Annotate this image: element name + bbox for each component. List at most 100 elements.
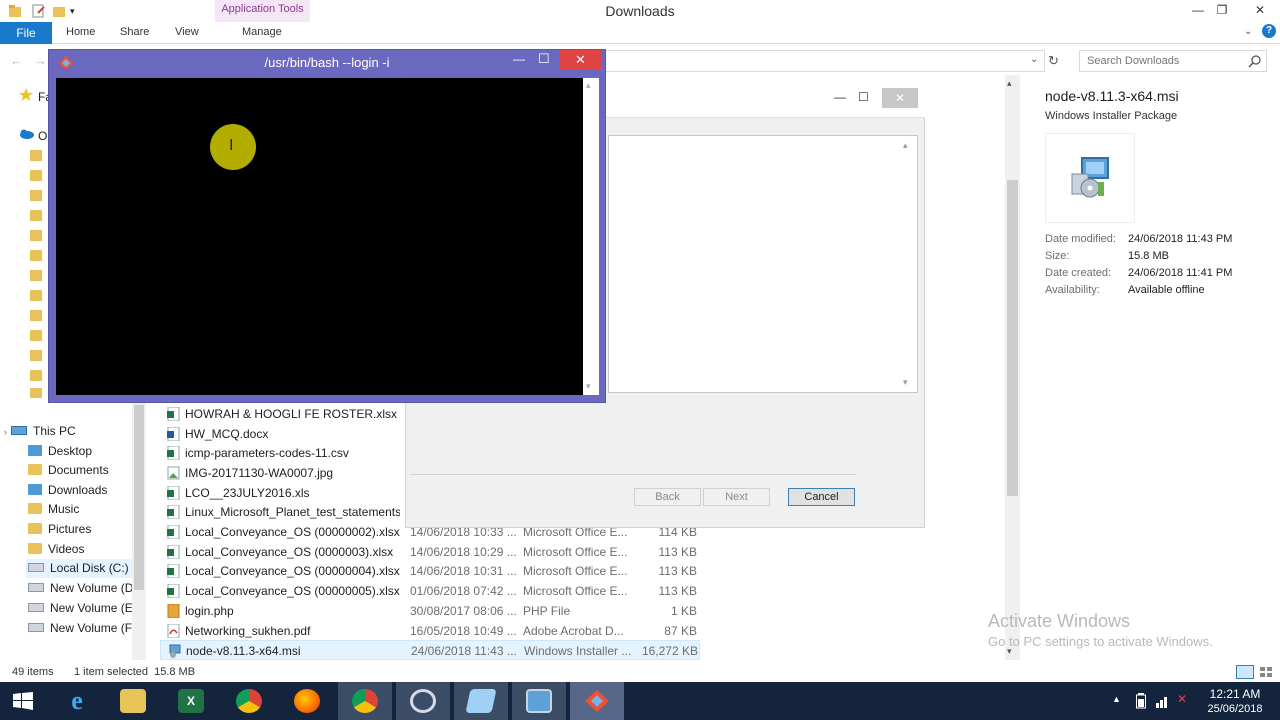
details-view-icon[interactable] xyxy=(1236,665,1254,679)
next-button[interactable]: Next xyxy=(703,488,770,506)
details-label-modified: Date modified: xyxy=(1045,233,1116,245)
start-button[interactable] xyxy=(0,682,54,720)
details-label-created: Date created: xyxy=(1045,267,1112,279)
onedrive-icon xyxy=(18,128,34,140)
excel-app-icon: X xyxy=(178,689,204,713)
nav-local-disk-c[interactable]: Local Disk (C:) xyxy=(26,559,132,578)
file-size: 113 KB xyxy=(658,584,697,598)
refresh-icon[interactable]: ↻ xyxy=(1048,53,1059,69)
nav-pictures-label: Pictures xyxy=(48,522,92,536)
scroll-up-arrow-icon[interactable]: ▴ xyxy=(1007,78,1012,89)
file-row-selected[interactable]: node-v8.11.3-x64.msi 24/06/2018 11:43 ..… xyxy=(160,640,700,660)
details-filetype: Windows Installer Package xyxy=(1045,110,1178,122)
file-row[interactable]: Local_Conveyance_OS (00000005).xlsx 01/0… xyxy=(160,581,700,601)
nav-volume-d[interactable]: New Volume (D:) xyxy=(28,579,141,598)
nav-volume-e[interactable]: New Volume (E:) xyxy=(28,599,140,618)
nav-downloads[interactable]: Downloads xyxy=(28,481,107,500)
tab-home[interactable]: Home xyxy=(66,26,95,38)
file-name: HOWRAH & HOOGLI FE ROSTER.xlsx xyxy=(185,407,398,421)
close-button[interactable]: ✕ xyxy=(1240,0,1280,20)
battery-icon[interactable] xyxy=(1136,693,1146,709)
help-icon[interactable]: ? xyxy=(1262,24,1276,38)
file-row[interactable]: login.php 30/08/2017 08:06 ... PHP File … xyxy=(160,601,700,621)
volume-muted-icon[interactable]: ✕ xyxy=(1177,692,1187,706)
large-icons-view-icon[interactable] xyxy=(1258,665,1274,679)
properties-icon[interactable] xyxy=(32,4,46,18)
file-list-scrollbar-thumb[interactable] xyxy=(1007,180,1018,496)
cancel-button[interactable]: Cancel xyxy=(788,488,855,506)
tab-file[interactable]: File xyxy=(0,22,52,44)
back-arrow-icon[interactable]: ← xyxy=(10,53,23,68)
address-bar[interactable] xyxy=(600,50,1045,72)
installer-minimize-button[interactable]: — xyxy=(834,90,846,104)
tab-view[interactable]: View xyxy=(175,26,199,38)
nav-local-disk-c-label: Local Disk (C:) xyxy=(50,561,129,575)
nav-videos-label: Videos xyxy=(48,542,85,556)
bash-minimize-button[interactable]: — xyxy=(513,52,525,66)
installer-scroll-up-icon[interactable]: ▴ xyxy=(903,140,908,151)
details-label-availability: Availability: xyxy=(1045,284,1100,296)
taskbar-time[interactable]: 12:21 AM xyxy=(1200,687,1270,701)
bash-scrollbar[interactable] xyxy=(583,78,599,395)
nav-this-pc-label: This PC xyxy=(33,424,76,438)
taskbar-notepad[interactable] xyxy=(454,682,508,720)
show-hidden-icons[interactable]: ▲ xyxy=(1112,694,1121,704)
excel-icon xyxy=(167,407,180,421)
network-icon[interactable] xyxy=(1156,693,1172,709)
taskbar-firefox[interactable] xyxy=(280,682,334,720)
bash-terminal-area[interactable] xyxy=(56,78,583,395)
excel-icon xyxy=(167,545,180,559)
nav-desktop[interactable]: Desktop xyxy=(28,442,92,461)
nav-volume-f[interactable]: New Volume (F:) xyxy=(28,619,139,638)
details-value-availability: Available offline xyxy=(1128,284,1205,296)
tab-manage[interactable]: Manage xyxy=(242,26,282,38)
taskbar-excel[interactable]: X xyxy=(164,682,218,720)
installer-maximize-button[interactable]: ☐ xyxy=(858,90,869,104)
nav-music[interactable]: Music xyxy=(28,500,79,519)
back-button[interactable]: Back xyxy=(634,488,701,506)
installer-scroll-down-icon[interactable]: ▾ xyxy=(903,377,908,388)
taskbar-installer[interactable] xyxy=(512,682,566,720)
file-size: 87 KB xyxy=(664,624,697,638)
taskbar-chrome[interactable] xyxy=(222,682,276,720)
forward-arrow-icon[interactable]: → xyxy=(34,53,47,68)
nav-documents[interactable]: Documents xyxy=(28,461,109,480)
taskbar-explorer[interactable] xyxy=(106,682,160,720)
file-size: 16,272 KB xyxy=(641,644,698,658)
nav-onedrive-label[interactable]: O xyxy=(38,129,47,143)
maximize-button[interactable]: ❐ xyxy=(1208,0,1236,20)
taskbar-date[interactable]: 25/06/2018 xyxy=(1200,703,1270,715)
customize-qat-icon[interactable]: ▾ xyxy=(70,4,84,18)
bash-close-button[interactable]: ✕ xyxy=(560,50,601,69)
taskbar-ie[interactable]: e xyxy=(50,682,104,720)
bash-scroll-up-icon[interactable]: ▴ xyxy=(586,80,591,91)
search-input[interactable] xyxy=(1080,51,1240,71)
installer-icon xyxy=(168,644,181,658)
taskbar-app-circle[interactable] xyxy=(396,682,450,720)
installer-close-button[interactable]: ✕ xyxy=(882,88,918,108)
file-row[interactable]: Local_Conveyance_OS (00000004).xlsx 14/0… xyxy=(160,561,700,581)
file-type: Windows Installer ... xyxy=(524,644,632,658)
file-name: login.php xyxy=(185,604,234,618)
nav-this-pc[interactable]: › This PC xyxy=(4,422,76,441)
excel-icon xyxy=(167,486,180,500)
nav-scrollbar-thumb[interactable] xyxy=(134,405,144,590)
expand-ribbon-icon[interactable]: ⌄ xyxy=(1244,26,1252,37)
taskbar-git-bash[interactable] xyxy=(570,682,624,720)
git-bash-icon xyxy=(584,689,610,713)
bash-scroll-down-icon[interactable]: ▾ xyxy=(586,381,591,392)
tab-share[interactable]: Share xyxy=(120,26,149,38)
search-box[interactable] xyxy=(1079,50,1267,72)
nav-pictures[interactable]: Pictures xyxy=(28,520,91,539)
nav-videos[interactable]: Videos xyxy=(28,540,84,559)
file-row[interactable]: Local_Conveyance_OS (0000003).xlsx 14/06… xyxy=(160,542,700,562)
details-value-size: 15.8 MB xyxy=(1128,250,1169,262)
bash-maximize-button[interactable]: ☐ xyxy=(538,51,550,67)
file-row[interactable]: Networking_sukhen.pdf 16/05/2018 10:49 .… xyxy=(160,621,700,641)
search-icon[interactable] xyxy=(1248,54,1262,68)
address-dropdown-icon[interactable]: ⌄ xyxy=(1030,54,1038,65)
file-type: PHP File xyxy=(523,604,571,618)
file-name: HW_MCQ.docx xyxy=(185,427,269,441)
new-folder-icon[interactable] xyxy=(52,4,66,18)
taskbar-chrome-2[interactable] xyxy=(338,682,392,720)
